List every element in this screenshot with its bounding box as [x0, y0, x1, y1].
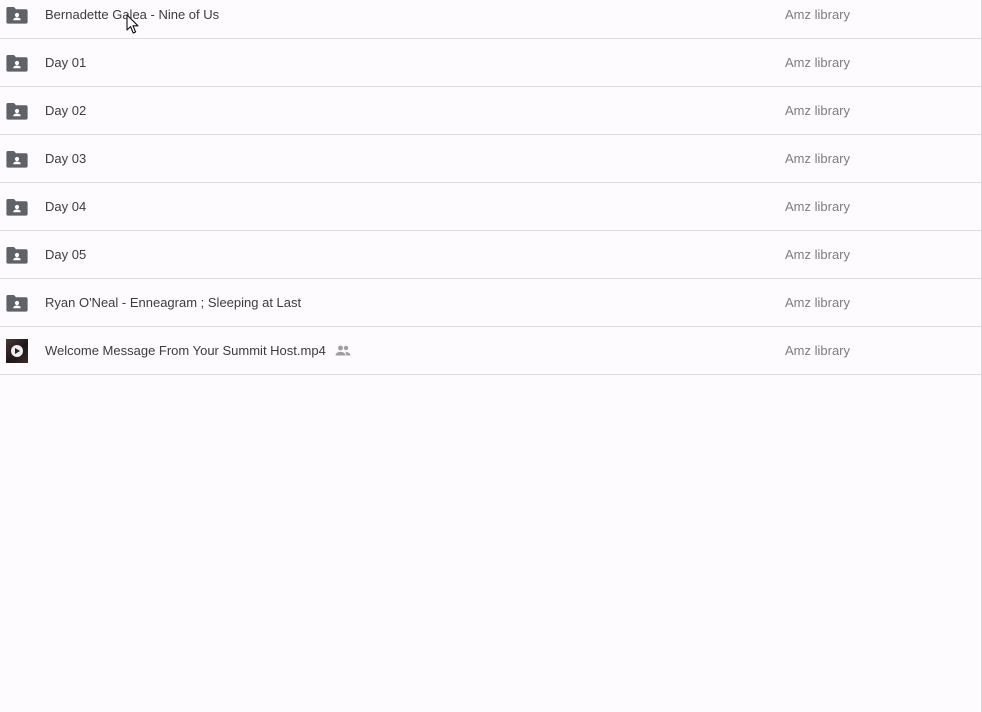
file-name[interactable]: Bernadette Galea - Nine of Us: [45, 7, 219, 22]
file-owner: Amz library: [785, 295, 851, 310]
shared-folder-icon: [6, 4, 28, 26]
file-row-folder[interactable]: Day 01 Amz library: [0, 39, 981, 87]
file-row-folder[interactable]: Day 04 Amz library: [0, 183, 981, 231]
video-thumbnail: [6, 338, 28, 363]
file-owner: Amz library: [785, 7, 851, 22]
video-thumbnail-image: [6, 338, 28, 363]
shared-folder-icon: [6, 148, 28, 170]
file-list: Bernadette Galea - Nine of Us Amz librar…: [0, 0, 982, 712]
play-icon: [11, 344, 23, 357]
file-row-folder[interactable]: Bernadette Galea - Nine of Us Amz librar…: [0, 0, 981, 39]
file-name-container[interactable]: Welcome Message From Your Summit Host.mp…: [45, 343, 351, 358]
file-owner: Amz library: [785, 247, 851, 262]
shared-folder-icon: [6, 52, 28, 74]
file-name[interactable]: Day 04: [45, 199, 86, 214]
file-name[interactable]: Day 01: [45, 55, 86, 70]
file-name[interactable]: Ryan O'Neal - Enneagram ; Sleeping at La…: [45, 295, 301, 310]
file-name[interactable]: Welcome Message From Your Summit Host.mp…: [45, 343, 326, 358]
file-row-folder[interactable]: Day 02 Amz library: [0, 87, 981, 135]
file-owner: Amz library: [785, 151, 851, 166]
file-name[interactable]: Day 02: [45, 103, 86, 118]
file-row-folder[interactable]: Ryan O'Neal - Enneagram ; Sleeping at La…: [0, 279, 981, 327]
file-owner: Amz library: [785, 55, 851, 70]
shared-folder-icon: [6, 292, 28, 314]
file-owner: Amz library: [785, 103, 851, 118]
file-owner: Amz library: [785, 343, 851, 358]
shared-folder-icon: [6, 196, 28, 218]
shared-folder-icon: [6, 244, 28, 266]
file-row-video[interactable]: Welcome Message From Your Summit Host.mp…: [0, 327, 981, 375]
people-icon: [335, 345, 351, 356]
file-name[interactable]: Day 03: [45, 151, 86, 166]
file-row-folder[interactable]: Day 03 Amz library: [0, 135, 981, 183]
file-row-folder[interactable]: Day 05 Amz library: [0, 231, 981, 279]
file-name[interactable]: Day 05: [45, 247, 86, 262]
shared-folder-icon: [6, 100, 28, 122]
file-owner: Amz library: [785, 199, 851, 214]
